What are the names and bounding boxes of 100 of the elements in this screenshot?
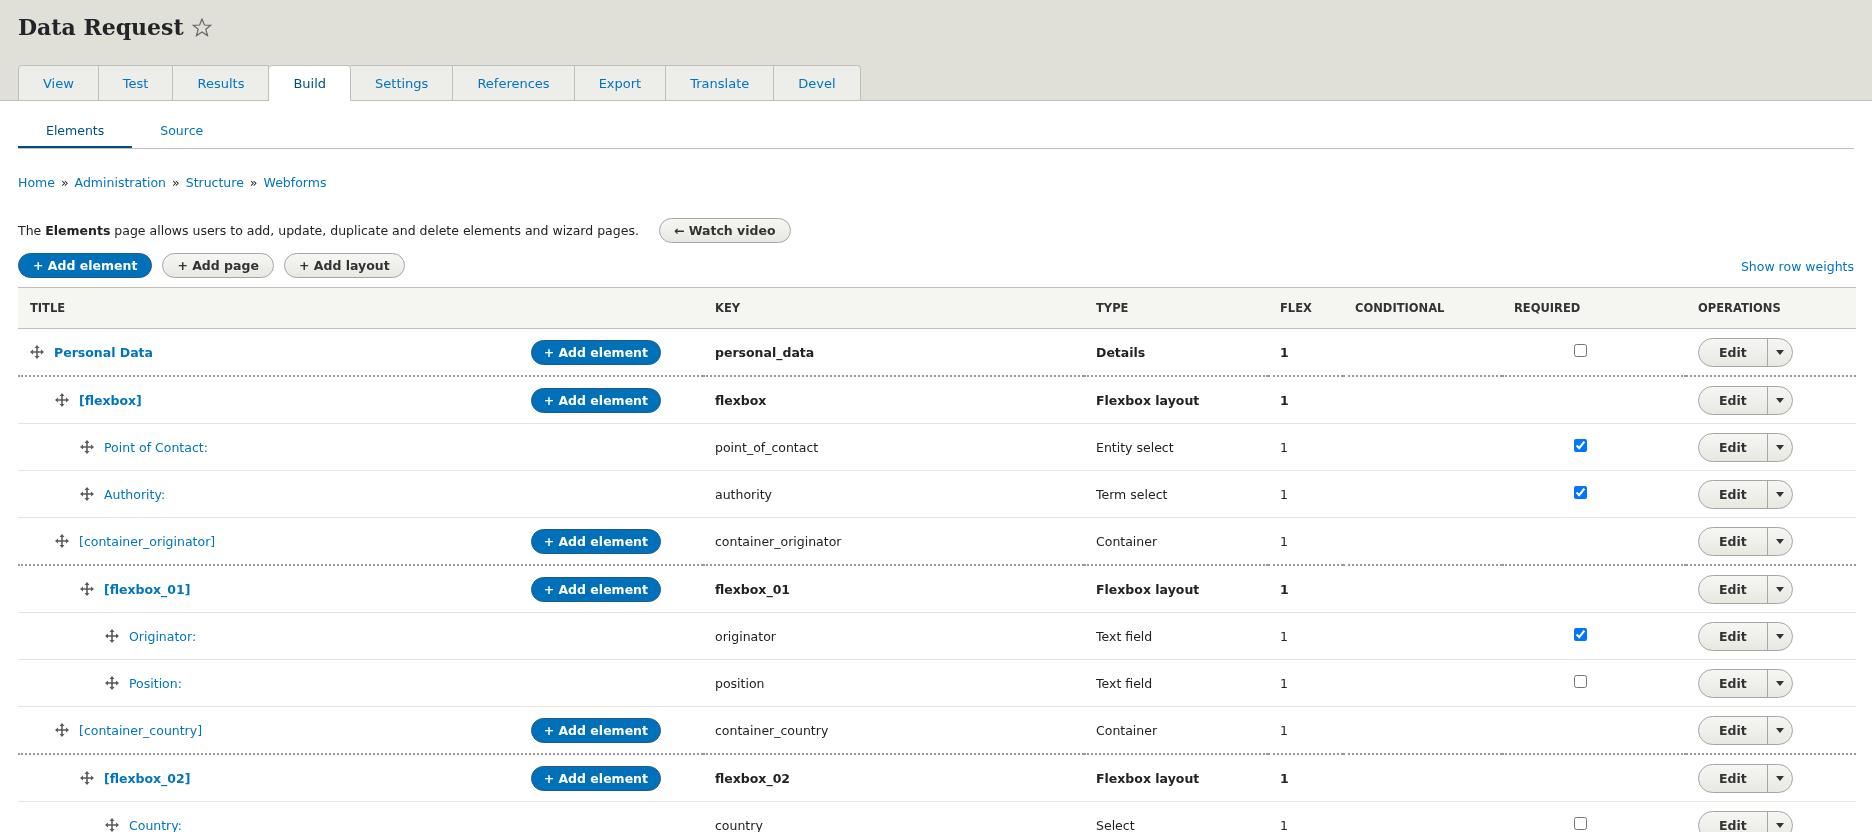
flex-value: 1 bbox=[1280, 722, 1288, 738]
breadcrumb-separator: » bbox=[172, 175, 180, 190]
element-key: authority bbox=[715, 486, 772, 502]
drag-handle-icon[interactable] bbox=[80, 582, 94, 596]
flex-value: 1 bbox=[1280, 581, 1289, 597]
add-element-button[interactable]: + Add element bbox=[530, 339, 661, 365]
add-element-button[interactable]: + Add element bbox=[18, 253, 153, 278]
element-key: personal_data bbox=[715, 344, 815, 360]
element-title-link[interactable]: Position: bbox=[129, 675, 182, 691]
required-checkbox[interactable] bbox=[1574, 628, 1587, 641]
drag-handle-icon[interactable] bbox=[105, 818, 119, 832]
show-row-weights-link[interactable]: Show row weights bbox=[1740, 259, 1854, 274]
element-title-link[interactable]: [flexbox_01] bbox=[104, 581, 191, 597]
drag-handle-icon[interactable] bbox=[80, 440, 94, 454]
drag-handle-icon[interactable] bbox=[30, 345, 44, 359]
tab[interactable]: Export bbox=[574, 65, 667, 101]
column-header: TYPE bbox=[1096, 301, 1129, 315]
secondary-tab[interactable]: Elements bbox=[18, 123, 133, 148]
required-checkbox[interactable] bbox=[1574, 344, 1587, 357]
add-element-button[interactable]: + Add element bbox=[530, 576, 661, 602]
drag-handle-icon[interactable] bbox=[105, 629, 119, 643]
edit-button[interactable]: Edit bbox=[1699, 811, 1767, 832]
add-element-button[interactable]: + Add element bbox=[530, 765, 661, 791]
column-header: FLEX bbox=[1280, 301, 1312, 315]
drag-handle-icon[interactable] bbox=[55, 723, 69, 737]
element-title-link[interactable]: [container_originator] bbox=[79, 533, 216, 549]
element-type: Select bbox=[1096, 817, 1135, 832]
breadcrumb-link[interactable]: Webforms bbox=[263, 175, 327, 190]
drag-handle-icon[interactable] bbox=[55, 393, 69, 407]
tab[interactable]: Results bbox=[173, 65, 270, 101]
page-title: Data Request bbox=[18, 14, 184, 40]
element-type: Text field bbox=[1096, 675, 1153, 691]
element-key: container_originator bbox=[715, 533, 842, 549]
element-type: Details bbox=[1096, 344, 1146, 360]
column-header: REQUIRED bbox=[1514, 301, 1581, 315]
element-type: Term select bbox=[1096, 486, 1168, 502]
element-title-link[interactable]: Authority: bbox=[104, 486, 166, 502]
flex-value: 1 bbox=[1280, 770, 1289, 786]
tab[interactable]: View bbox=[18, 65, 99, 101]
add-button[interactable]: + Add page bbox=[162, 253, 274, 278]
element-key: flexbox_01 bbox=[715, 581, 791, 597]
edit-button[interactable]: Edit bbox=[1699, 433, 1767, 461]
element-key: point_of_contact bbox=[715, 439, 819, 455]
required-checkbox[interactable] bbox=[1574, 675, 1587, 688]
column-header: TITLE bbox=[30, 301, 66, 315]
flex-value: 1 bbox=[1280, 439, 1288, 455]
breadcrumb-link[interactable]: Home bbox=[18, 175, 55, 190]
column-header: KEY bbox=[715, 301, 741, 315]
element-key: container_country bbox=[715, 722, 829, 738]
required-checkbox[interactable] bbox=[1574, 439, 1587, 452]
flex-value: 1 bbox=[1280, 817, 1288, 832]
edit-button[interactable]: Edit bbox=[1699, 764, 1767, 792]
edit-button[interactable]: Edit bbox=[1699, 386, 1767, 414]
drag-handle-icon[interactable] bbox=[80, 487, 94, 501]
star-icon[interactable] bbox=[191, 17, 212, 37]
edit-button[interactable]: Edit bbox=[1699, 527, 1767, 555]
element-title-link[interactable]: [flexbox] bbox=[79, 392, 142, 408]
element-title-link[interactable]: [flexbox_02] bbox=[104, 770, 191, 786]
element-key: country bbox=[715, 817, 763, 832]
required-checkbox[interactable] bbox=[1574, 817, 1587, 830]
element-title-link[interactable]: Country: bbox=[129, 817, 182, 832]
edit-button[interactable]: Edit bbox=[1699, 480, 1767, 508]
drag-handle-icon[interactable] bbox=[55, 534, 69, 548]
secondary-tab[interactable]: Source bbox=[132, 123, 232, 148]
required-checkbox[interactable] bbox=[1574, 486, 1587, 499]
add-element-button[interactable]: + Add element bbox=[530, 528, 661, 554]
element-key: flexbox bbox=[715, 392, 767, 408]
tab[interactable]: Settings bbox=[351, 65, 454, 101]
add-button[interactable]: + Add layout bbox=[283, 253, 405, 278]
drag-handle-icon[interactable] bbox=[80, 771, 94, 785]
element-title-link[interactable]: Personal Data bbox=[54, 344, 154, 360]
element-type: Container bbox=[1096, 722, 1158, 738]
breadcrumb-separator: » bbox=[249, 175, 258, 190]
element-key: position bbox=[715, 675, 765, 691]
breadcrumb-link[interactable]: Structure bbox=[185, 175, 244, 190]
flex-value: 1 bbox=[1280, 486, 1288, 502]
element-title-link[interactable]: [container_country] bbox=[79, 722, 203, 738]
tab[interactable]: Build bbox=[269, 65, 352, 101]
tab[interactable]: Translate bbox=[666, 65, 775, 101]
flex-value: 1 bbox=[1280, 675, 1288, 691]
edit-button[interactable]: Edit bbox=[1699, 622, 1767, 650]
element-title-link[interactable]: Point of Contact: bbox=[104, 439, 208, 455]
tab[interactable]: Devel bbox=[774, 65, 861, 101]
element-type: Entity select bbox=[1096, 439, 1174, 455]
add-element-button[interactable]: + Add element bbox=[530, 717, 661, 743]
edit-button[interactable]: Edit bbox=[1699, 669, 1767, 697]
flex-value: 1 bbox=[1280, 344, 1289, 360]
flex-value: 1 bbox=[1280, 628, 1288, 644]
edit-button[interactable]: Edit bbox=[1699, 338, 1767, 366]
drag-handle-icon[interactable] bbox=[105, 676, 119, 690]
tab[interactable]: Test bbox=[98, 65, 174, 101]
add-element-button[interactable]: + Add element bbox=[530, 387, 661, 413]
column-header: OPERATIONS bbox=[1698, 301, 1781, 315]
edit-button[interactable]: Edit bbox=[1699, 716, 1767, 744]
tab[interactable]: References bbox=[453, 65, 575, 101]
breadcrumb-separator: » bbox=[60, 175, 69, 190]
element-title-link[interactable]: Originator: bbox=[129, 628, 197, 644]
edit-button[interactable]: Edit bbox=[1699, 575, 1767, 603]
watch-video-button[interactable]: ← Watch video bbox=[658, 218, 791, 243]
breadcrumb-link[interactable]: Administration bbox=[74, 175, 167, 190]
